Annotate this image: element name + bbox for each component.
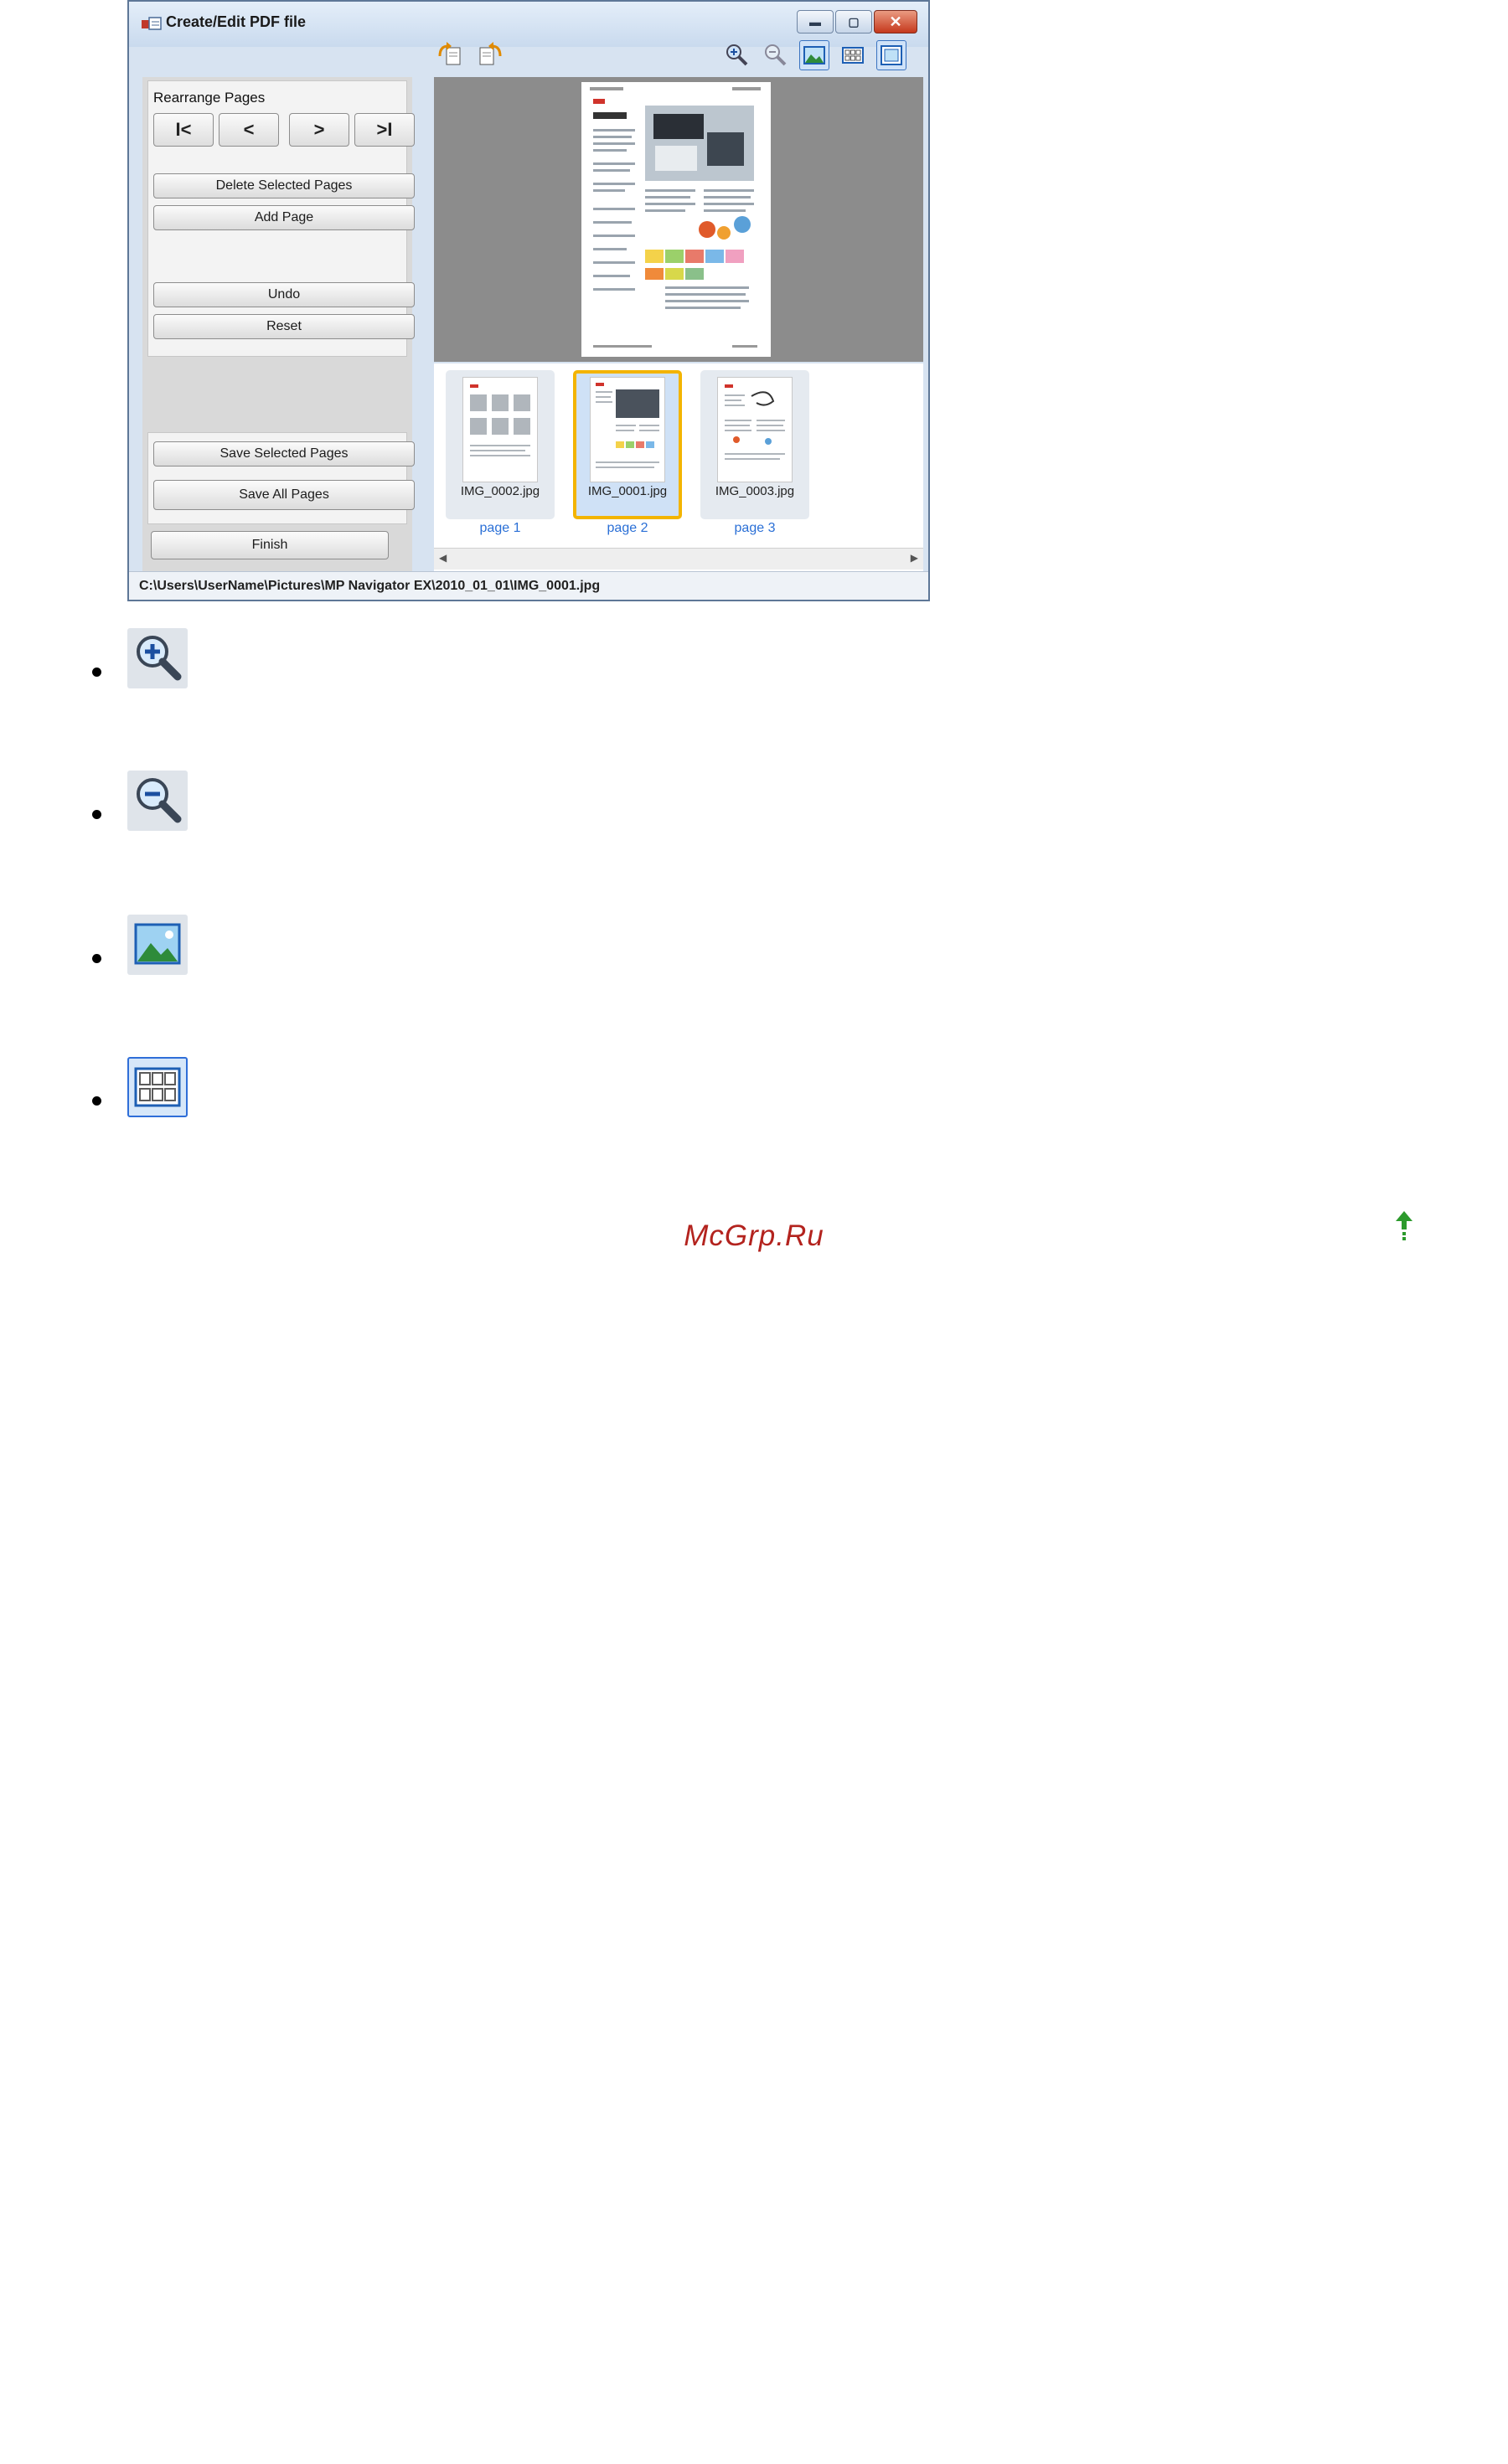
add-page-button[interactable]: Add Page	[153, 205, 415, 230]
bullet	[92, 668, 101, 677]
thumbnail-filename: IMG_0002.jpg	[460, 484, 540, 498]
window-title: Create/Edit PDF file	[166, 13, 307, 30]
page-preview-image	[581, 82, 771, 357]
zoom-out-icon	[765, 44, 787, 66]
save-all-pages-button[interactable]: Save All Pages	[153, 480, 415, 510]
page-label-3[interactable]: page 3	[700, 521, 809, 536]
left-panel: Rearrange Pages I< < > >I Delete Selecte…	[142, 77, 415, 578]
full-image-view-button[interactable]	[799, 40, 829, 70]
zoom-in-icon	[726, 44, 748, 66]
thumbnail-view-icon	[127, 1057, 188, 1117]
page-label-1[interactable]: page 1	[446, 521, 555, 536]
zoom-out-icon	[127, 771, 188, 831]
rotate-right-button[interactable]	[474, 40, 504, 70]
bullet	[92, 810, 101, 819]
thumbnail-page-2[interactable]: IMG_0001.jpg	[573, 370, 682, 519]
fit-window-icon	[881, 45, 902, 65]
scroll-right-icon[interactable]: ▶	[911, 552, 918, 564]
last-page-button[interactable]: >I	[354, 113, 415, 147]
thumbnail-image	[717, 377, 793, 482]
undo-button[interactable]: Undo	[153, 282, 415, 307]
file-path: C:\Users\UserName\Pictures\MP Navigator …	[139, 579, 601, 593]
close-button[interactable]: ✕	[874, 10, 917, 34]
rotate-left-button[interactable]	[436, 40, 466, 70]
full-image-view-icon	[803, 46, 825, 64]
rotate-right-icon	[479, 42, 502, 65]
thumbnail-view-icon	[842, 47, 864, 64]
save-pages-group: Save Selected Pages Save All Pages	[147, 432, 415, 524]
thumbnail-image	[462, 377, 538, 482]
rearrange-pages-group: Rearrange Pages I< < > >I Delete Selecte…	[147, 80, 415, 357]
thumbnail-page-1[interactable]: IMG_0002.jpg	[446, 370, 555, 519]
footer-brand[interactable]: McGrp.Ru	[0, 1219, 1508, 1253]
thumbnail-view-button[interactable]	[838, 40, 868, 70]
scroll-left-icon[interactable]: ◀	[439, 552, 447, 564]
thumbnail-filename: IMG_0001.jpg	[587, 484, 668, 498]
thumbnail-filename: IMG_0003.jpg	[715, 484, 795, 498]
rearrange-pages-label: Rearrange Pages	[153, 90, 266, 106]
minimize-button[interactable]: ▬	[797, 10, 834, 34]
app-icon	[142, 17, 162, 30]
zoom-in-button[interactable]	[722, 40, 752, 70]
thumbnail-image	[590, 377, 665, 482]
delete-selected-pages-button[interactable]: Delete Selected Pages	[153, 173, 415, 198]
create-edit-pdf-window: Create/Edit PDF file ▬ ▢ ✕ Rearrange Pag…	[127, 0, 930, 601]
bullet	[92, 1096, 101, 1106]
maximize-icon: ▢	[848, 14, 860, 28]
zoom-in-icon	[127, 628, 188, 688]
save-selected-pages-button[interactable]: Save Selected Pages	[153, 441, 415, 467]
maximize-button[interactable]: ▢	[835, 10, 872, 34]
reset-button[interactable]: Reset	[153, 314, 415, 339]
thumbnail-strip: IMG_0002.jpg IMG_0001.jpg IMG_0003.jpg p…	[434, 363, 923, 571]
close-icon: ✕	[889, 13, 902, 30]
fit-window-button[interactable]	[876, 40, 906, 70]
first-page-button[interactable]: I<	[153, 113, 214, 147]
back-to-top-icon[interactable]	[1393, 1209, 1415, 1243]
finish-button[interactable]: Finish	[151, 531, 389, 559]
previous-page-button[interactable]: <	[219, 113, 279, 147]
rotate-left-icon	[438, 42, 461, 65]
bullet	[92, 954, 101, 963]
minimize-icon: ▬	[809, 15, 821, 28]
horizontal-scrollbar[interactable]: ◀ ▶	[434, 548, 923, 570]
full-image-view-icon	[127, 915, 188, 975]
next-page-button[interactable]: >	[289, 113, 349, 147]
zoom-out-button[interactable]	[761, 40, 791, 70]
page-preview-area[interactable]	[434, 77, 923, 362]
thumbnail-page-3[interactable]: IMG_0003.jpg	[700, 370, 809, 519]
status-bar: C:\Users\UserName\Pictures\MP Navigator …	[129, 571, 928, 600]
page-label-2[interactable]: page 2	[573, 521, 682, 536]
